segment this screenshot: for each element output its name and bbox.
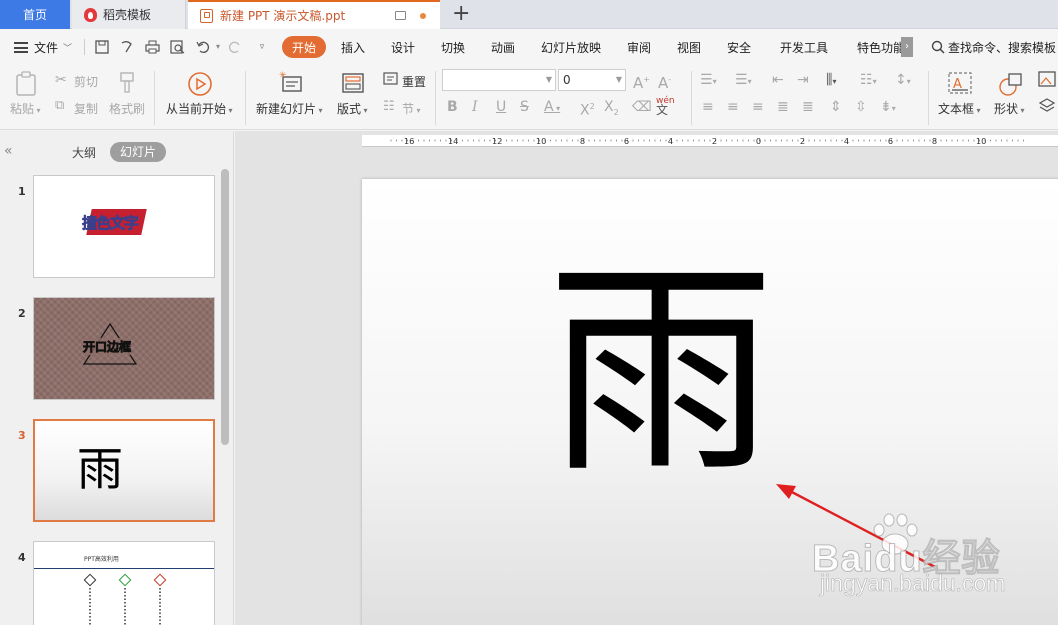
watermark-url: jingyan.baidu.com xyxy=(820,570,1006,597)
